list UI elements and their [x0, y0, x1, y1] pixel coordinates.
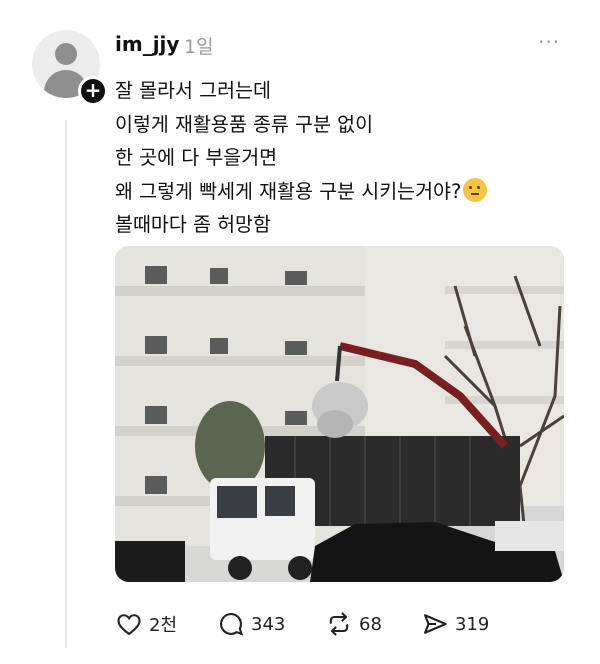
- post-line: 왜 그렇게 빡세게 재활용 구분 시키는거야?: [115, 179, 462, 203]
- repost-icon: [329, 612, 349, 636]
- comment-icon: [220, 613, 244, 636]
- send-icon: [424, 614, 447, 634]
- post-text: 잘 몰라서 그러는데 이렇게 재활용품 종류 구분 없이 한 곳에 다 부을거면…: [115, 74, 585, 242]
- post-line: 이렇게 재활용품 종류 구분 없이: [115, 112, 374, 136]
- share-button[interactable]: 319: [421, 608, 489, 640]
- post-time: 1일: [184, 36, 214, 58]
- more-options-icon[interactable]: ···: [538, 30, 560, 54]
- action-bar: 2천 343 68 319: [115, 608, 585, 640]
- repost-count: 68: [359, 613, 382, 635]
- photo-illustration: [115, 246, 564, 582]
- post-line-with-emoji: 왜 그렇게 빡세게 재활용 구분 시키는거야?: [115, 175, 585, 209]
- thread-line: [65, 120, 67, 648]
- post-line: 잘 몰라서 그러는데: [115, 79, 271, 102]
- post-line: 한 곳에 다 부을거면: [115, 146, 278, 169]
- share-count: 319: [455, 613, 490, 635]
- heart-icon: [117, 614, 141, 636]
- repost-button[interactable]: 68: [325, 608, 382, 640]
- like-button[interactable]: 2천: [115, 608, 177, 640]
- follow-button[interactable]: +: [78, 76, 108, 106]
- post-photo[interactable]: [115, 246, 564, 582]
- avatar-head-shape: [55, 43, 77, 65]
- reply-count: 343: [251, 613, 286, 635]
- post-line: 볼때마다 좀 허망함: [115, 213, 271, 236]
- username[interactable]: im_jjy: [115, 32, 179, 56]
- thinking-face-emoji: [463, 177, 488, 202]
- like-count: 2천: [149, 615, 178, 636]
- reply-button[interactable]: 343: [217, 608, 285, 640]
